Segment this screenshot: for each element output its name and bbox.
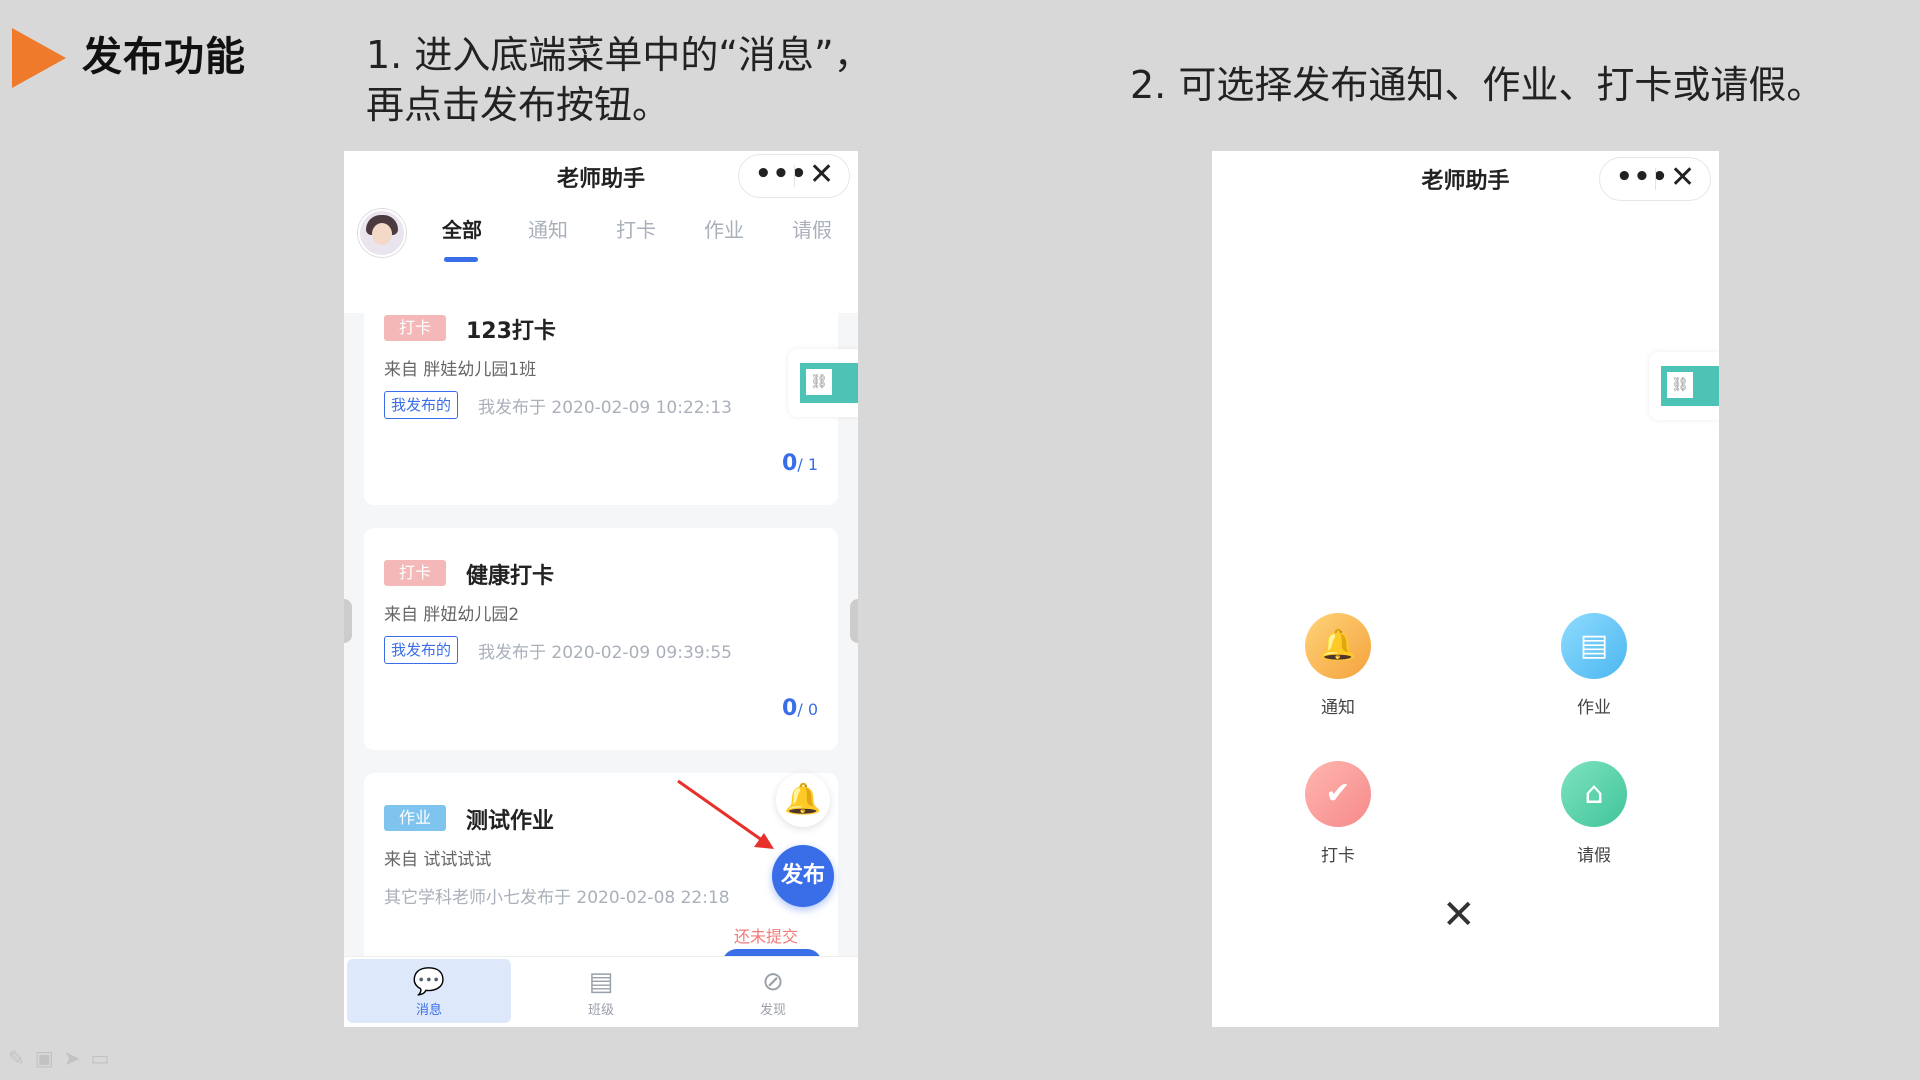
nav-class[interactable]: ▤ 班级 [519,959,683,1023]
close-icon[interactable]: ✕ [809,157,834,192]
homework-tag: 作业 [384,805,447,831]
nav-discover[interactable]: ⊘ 发现 [691,959,855,1023]
top-bar: 老师助手 ••• ✕ [344,151,858,203]
menu-label: 打卡 [1321,846,1355,866]
pointer-icon[interactable]: ➤ [64,1046,91,1070]
camera-icon[interactable]: ▭ [90,1046,119,1070]
bell-icon[interactable]: 🔔 [776,773,830,827]
phone-screenshot-publish-menu: 老师助手 ••• ✕ ⛓ 🔔 通知 ▤ 作业 ✔ 打卡 ⌂ 请假 ✕ [1212,151,1719,1027]
mine-badge: 我发布的 [384,391,459,419]
right-edge-handle[interactable] [850,599,858,643]
total-count: / 1 [797,455,818,474]
mini-program-capsule: ••• ✕ [738,154,850,198]
submit-status: 还未提交 [734,927,799,946]
chat-icon: 💬 [412,967,446,997]
link-icon: ⛓ [1667,372,1693,398]
close-icon[interactable]: ✕ [1670,160,1695,195]
tab-punch[interactable]: 打卡 [616,214,656,243]
step2-text: 2. 可选择发布通知、作业、打卡或请假。 [1130,63,1825,107]
menu-leave[interactable]: ⌂ 请假 [1534,761,1654,866]
card-source: 来自 胖妞幼儿园2 [384,605,520,625]
card-source: 来自 胖娃幼儿园1班 [384,360,537,380]
left-edge-handle[interactable] [344,599,352,643]
slide-icon[interactable]: ▣ [35,1046,64,1070]
bottom-nav: 💬 消息 ▤ 班级 ⊘ 发现 [344,956,858,1027]
bookmark-icon: ⌂ [1561,761,1627,827]
title-arrow-icon [12,28,66,88]
mine-badge: 我发布的 [384,636,459,664]
menu-label: 请假 [1577,846,1611,866]
completion-count: 0/ 1 [782,451,818,476]
pen-icon[interactable]: ✎ [8,1046,35,1070]
group-link-float[interactable]: ⛓ [1649,352,1719,420]
phone-screenshot-messages: 老师助手 ••• ✕ 全部 通知 打卡 作业 请假 打卡 123打卡 来自 胖娃… [344,151,858,1027]
presentation-toolbar: ✎▣➤▭ [8,1046,119,1070]
nav-label: 班级 [587,1003,614,1018]
nav-label: 消息 [415,1003,442,1018]
completion-count: 0/ 0 [782,696,818,721]
menu-punch[interactable]: ✔ 打卡 [1278,761,1398,866]
menu-close-icon[interactable]: ✕ [1442,895,1476,935]
menu-notice[interactable]: 🔔 通知 [1278,613,1398,718]
card-source: 来自 试试试试 [384,850,492,870]
capsule-divider [794,165,795,187]
menu-label: 作业 [1577,698,1611,718]
more-icon[interactable]: ••• [755,159,808,189]
tab-homework[interactable]: 作业 [704,214,744,243]
section-title: 发布功能 [82,34,246,80]
link-icon: ⛓ [806,369,832,395]
done-count: 0 [782,696,798,721]
capsule-divider [1655,168,1656,190]
avatar[interactable] [358,209,406,257]
nav-messages[interactable]: 💬 消息 [347,959,511,1023]
tab-notice[interactable]: 通知 [528,214,568,243]
card-title: 测试作业 [466,809,555,834]
active-tab-indicator [444,257,478,262]
mini-program-capsule: ••• ✕ [1599,157,1711,201]
top-bar: 老师助手 ••• ✕ [1212,151,1719,211]
done-count: 0 [782,451,798,476]
menu-homework[interactable]: ▤ 作业 [1534,613,1654,718]
message-card[interactable]: 打卡 123打卡 来自 胖娃幼儿园1班 我发布的 我发布于 2020-02-09… [364,283,838,505]
bell-icon: 🔔 [1305,613,1371,679]
annotation-arrow-icon [677,779,774,849]
card-time: 我发布于 2020-02-09 09:39:55 [478,643,732,663]
tab-leave[interactable]: 请假 [792,214,832,243]
group-link-float[interactable]: ⛓ [788,349,858,417]
message-card[interactable]: 打卡 健康打卡 来自 胖妞幼儿园2 我发布的 我发布于 2020-02-09 0… [364,528,838,750]
compass-icon: ⊘ [762,967,784,997]
tab-all[interactable]: 全部 [442,214,482,243]
more-icon[interactable]: ••• [1616,162,1669,192]
card-time: 我发布于 2020-02-09 10:22:13 [478,398,732,418]
card-title: 123打卡 [466,319,556,344]
publish-button[interactable]: 发布 [772,845,834,907]
nav-label: 发现 [759,1003,786,1018]
card-title: 健康打卡 [466,564,555,589]
punch-tag: 打卡 [384,560,447,586]
document-icon: ▤ [588,967,614,997]
calendar-check-icon: ✔ [1305,761,1371,827]
card-time: 其它学科老师小七发布于 2020-02-08 22:18 [384,888,730,908]
document-icon: ▤ [1561,613,1627,679]
punch-tag: 打卡 [384,315,447,341]
step1-text: 1. 进入底端菜单中的“消息”，再点击发布按钮。 [366,33,872,127]
total-count: / 0 [797,700,818,719]
menu-label: 通知 [1321,698,1355,718]
